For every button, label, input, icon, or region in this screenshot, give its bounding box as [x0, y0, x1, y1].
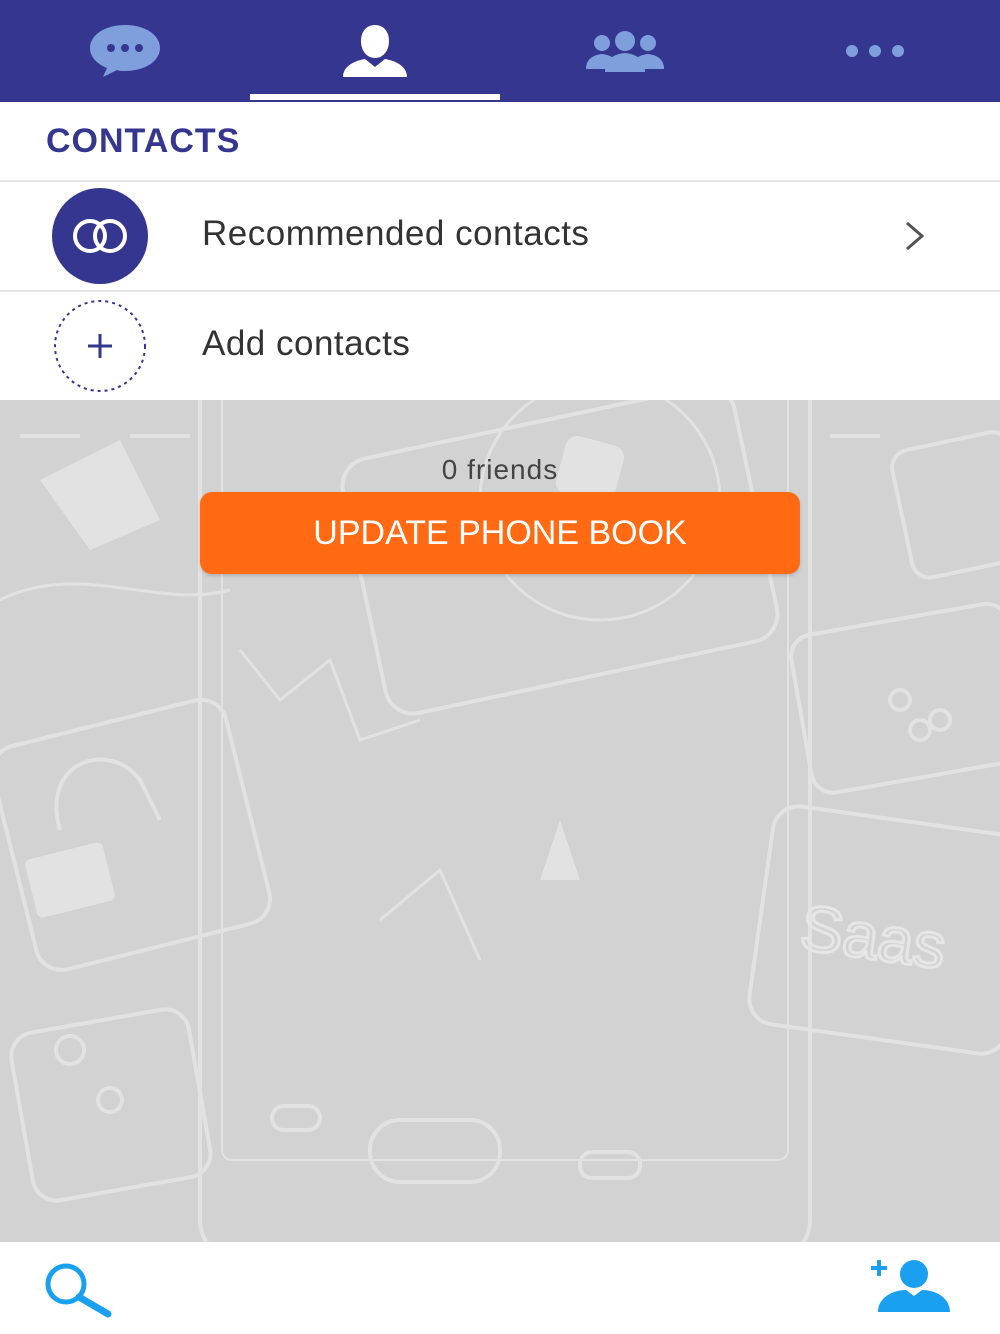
tab-contacts[interactable] [250, 0, 500, 102]
tab-chats[interactable] [0, 0, 250, 102]
active-tab-indicator [250, 94, 500, 100]
more-dots-icon [846, 45, 904, 57]
chat-bubble-icon [90, 25, 160, 77]
top-tab-bar [0, 0, 1000, 102]
search-icon[interactable] [42, 1262, 114, 1318]
recommended-contacts-row[interactable]: Recommended contacts [0, 182, 1000, 292]
section-header: CONTACTS [0, 102, 1000, 182]
add-contact-icon[interactable] [868, 1256, 952, 1316]
recommended-contacts-label: Recommended contacts [202, 214, 590, 253]
update-phone-book-button[interactable]: UPDATE PHONE BOOK [200, 492, 800, 574]
plus-circle-icon [54, 300, 146, 392]
bottom-bar [0, 1242, 1000, 1334]
phonebook-panel: Saas 0 friends UPDATE PHONE BOOK [0, 400, 1000, 1242]
tab-more[interactable] [750, 0, 1000, 102]
svg-text:Saas: Saas [796, 891, 950, 983]
chevron-right-icon [906, 221, 925, 251]
tab-groups[interactable] [500, 0, 750, 102]
linked-rings-icon [52, 188, 148, 284]
add-contacts-row[interactable]: Add contacts [0, 292, 1000, 400]
person-icon [343, 25, 407, 77]
friends-count: 0 friends [441, 454, 559, 485]
group-icon [586, 31, 664, 72]
add-contacts-label: Add contacts [202, 324, 411, 363]
page-title: CONTACTS [46, 122, 241, 160]
